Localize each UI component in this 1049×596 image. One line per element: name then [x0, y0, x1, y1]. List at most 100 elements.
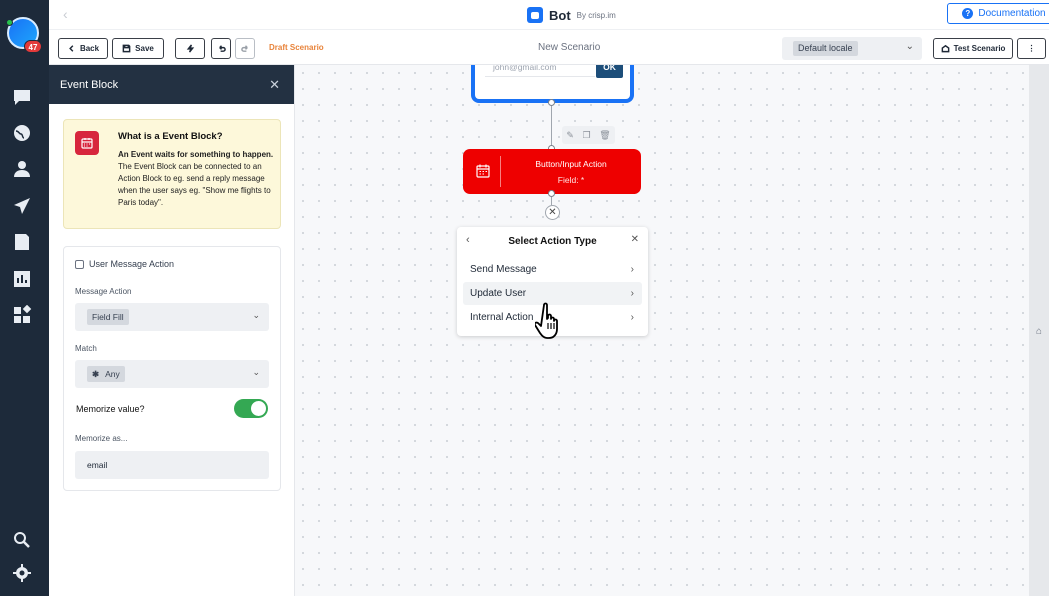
- memorize-toggle[interactable]: [234, 399, 268, 418]
- email-input[interactable]: john@gmail.com: [485, 65, 595, 77]
- more-icon: ⋮: [1027, 44, 1036, 53]
- online-status-dot: [6, 19, 13, 26]
- node-title: Button/Input Action: [535, 159, 607, 169]
- event-block-info-box: What is a Event Block? An Event waits fo…: [63, 119, 281, 229]
- info-text: An Event waits for something to happen. …: [118, 149, 276, 209]
- chevron-right-icon: ›: [630, 264, 634, 275]
- info-bold-text: An Event waits for something to happen.: [118, 150, 274, 159]
- user-icon[interactable]: [12, 159, 32, 179]
- app-title: Bot By crisp.im: [527, 5, 616, 25]
- app-by: By crisp.im: [576, 10, 616, 20]
- match-tag: ✱ Any: [87, 366, 125, 382]
- close-icon[interactable]: ✕: [631, 234, 639, 245]
- back-label: Back: [79, 44, 100, 53]
- book-icon[interactable]: [12, 232, 32, 252]
- close-icon[interactable]: ✕: [545, 205, 560, 220]
- ok-button[interactable]: OK: [596, 65, 623, 78]
- chevron-left-icon: [69, 45, 74, 52]
- scenario-name[interactable]: New Scenario: [538, 42, 600, 53]
- memorize-as-input[interactable]: email: [75, 451, 269, 479]
- memorize-label: Memorize value?: [76, 404, 145, 414]
- edit-icon[interactable]: ✎: [566, 130, 574, 141]
- menu-item-label: Send Message: [470, 264, 537, 275]
- search-icon[interactable]: [12, 530, 32, 550]
- message-square-icon: [75, 259, 84, 269]
- match-select[interactable]: ✱ Any ⌄: [75, 360, 269, 388]
- section-title: User Message Action: [75, 259, 174, 269]
- bot-icon: [527, 7, 543, 23]
- connector-line: [551, 106, 552, 146]
- copy-icon[interactable]: ❐: [583, 130, 591, 141]
- redo-button[interactable]: [235, 38, 255, 59]
- hand-cursor-icon: [535, 302, 558, 339]
- test-scenario-label: Test Scenario: [953, 44, 1006, 53]
- chat-icon[interactable]: [12, 87, 32, 107]
- chevron-down-icon: ⌄: [905, 41, 914, 52]
- bot-outline-icon: [941, 44, 949, 53]
- scenario-status: Draft Scenario: [269, 43, 324, 52]
- user-message-action-form: User Message Action Message Action Field…: [63, 246, 281, 491]
- send-icon[interactable]: [12, 196, 32, 216]
- calendar-icon: [475, 163, 491, 179]
- chevron-left-icon[interactable]: ‹: [63, 6, 68, 22]
- help-icon: ?: [962, 8, 974, 19]
- test-scenario-button[interactable]: Test Scenario: [933, 38, 1013, 59]
- gear-icon[interactable]: [12, 563, 32, 583]
- app-name: Bot: [549, 7, 571, 23]
- locale-value: Default locale: [793, 41, 858, 56]
- menu-item-label: Internal Action: [470, 312, 534, 323]
- button-input-action-block[interactable]: Button/Input Action Field: *: [463, 149, 641, 194]
- connector-dot[interactable]: [548, 190, 555, 197]
- chevron-down-icon: ⌄: [252, 367, 260, 377]
- connector-line: [551, 197, 552, 205]
- menu-item-label: Update User: [470, 288, 527, 299]
- panel-header: Event Block ✕: [49, 65, 294, 104]
- match-value: Any: [105, 369, 120, 379]
- trash-icon[interactable]: 🗑: [599, 130, 610, 141]
- documentation-button[interactable]: ? Documentation: [947, 3, 1049, 24]
- info-title: What is a Event Block?: [118, 131, 223, 142]
- globe-icon[interactable]: [12, 123, 32, 143]
- main-sidebar: 47: [0, 0, 49, 596]
- chevron-right-icon: ›: [630, 288, 634, 299]
- notification-badge: 47: [24, 40, 42, 53]
- match-label: Match: [75, 344, 97, 353]
- undo-icon: [218, 45, 226, 52]
- bot-outline-icon[interactable]: ⌂: [1036, 326, 1042, 337]
- calendar-icon: [75, 131, 99, 155]
- more-options-button[interactable]: ⋮: [1017, 38, 1046, 59]
- message-action-value: Field Fill: [87, 309, 129, 325]
- section-title-label: User Message Action: [89, 259, 175, 269]
- scenario-canvas[interactable]: john@gmail.com OK ✎ ❐ 🗑 Button/Input Act…: [295, 65, 1029, 596]
- panel-title: Event Block: [60, 78, 119, 91]
- info-rest-text: The Event Block can be connected to an A…: [118, 162, 271, 207]
- back-button[interactable]: Back: [58, 38, 108, 59]
- menu-item-send-message[interactable]: Send Message ›: [463, 258, 642, 281]
- node-field: Field: *: [557, 175, 585, 185]
- top-bar: ‹ Bot By crisp.im ? Documentation: [49, 0, 1049, 30]
- documentation-label: Documentation: [978, 8, 1046, 19]
- quick-action-button[interactable]: [175, 38, 205, 59]
- lightning-icon: [186, 44, 194, 53]
- analytics-icon[interactable]: [12, 269, 32, 289]
- message-action-label: Message Action: [75, 287, 132, 296]
- memorize-as-label: Memorize as...: [75, 434, 128, 443]
- plugins-icon[interactable]: [12, 304, 32, 325]
- close-icon[interactable]: ✕: [269, 77, 280, 93]
- chevron-right-icon: ›: [630, 312, 634, 323]
- chevron-down-icon: ⌄: [252, 310, 260, 320]
- event-block-panel: Event Block ✕ What is a Event Block? An …: [49, 65, 295, 596]
- editor-toolbar: Back Save Draft Scenario New Scenario De…: [49, 30, 1049, 65]
- email-input-block[interactable]: john@gmail.com OK: [471, 65, 634, 103]
- undo-button[interactable]: [211, 38, 231, 59]
- toggle-knob: [251, 401, 266, 416]
- message-action-select[interactable]: Field Fill ⌄: [75, 303, 269, 331]
- connector-dot[interactable]: [548, 99, 555, 106]
- asterisk-icon: ✱: [92, 369, 100, 379]
- node-tools: ✎ ❐ 🗑: [562, 126, 615, 144]
- locale-select[interactable]: Default locale ⌄: [782, 37, 922, 60]
- floppy-icon: [122, 44, 131, 53]
- save-button[interactable]: Save: [112, 38, 164, 59]
- save-label: Save: [135, 44, 154, 53]
- action-menu-title: Select Action Type: [508, 236, 597, 247]
